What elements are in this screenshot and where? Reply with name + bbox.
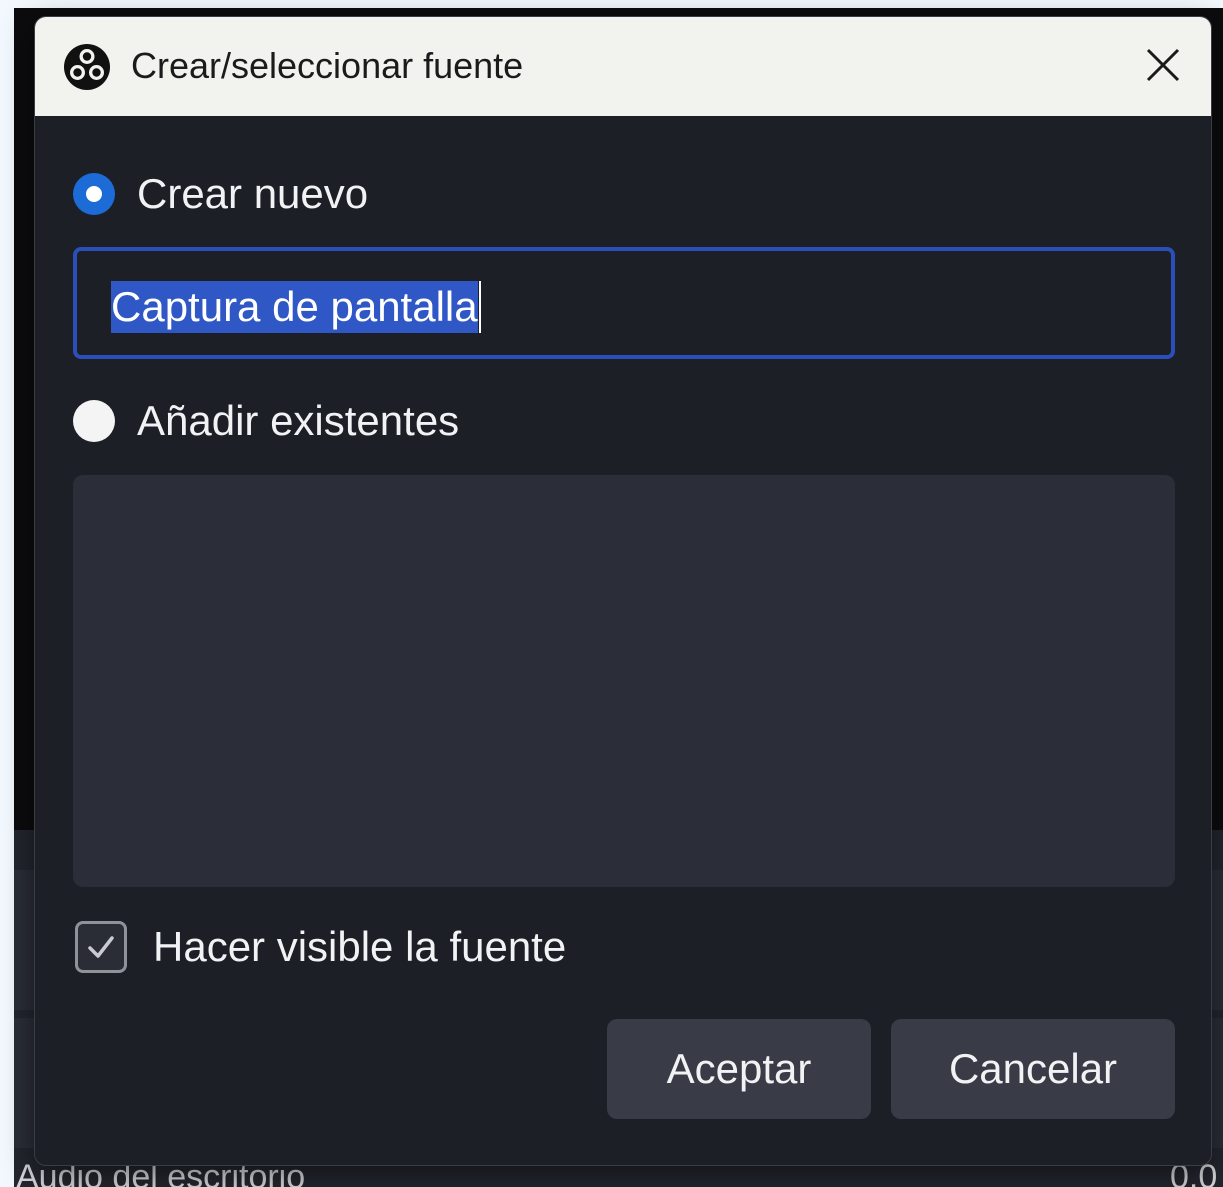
add-existing-option[interactable]: Añadir existentes (73, 397, 459, 445)
add-existing-radio[interactable] (73, 400, 115, 442)
make-visible-label: Hacer visible la fuente (153, 923, 567, 970)
checkmark-icon (88, 936, 114, 958)
dialog-title: Crear/seleccionar fuente (131, 45, 524, 86)
source-name-value: Captura de pantalla (111, 281, 478, 333)
text-caret (479, 281, 481, 333)
make-visible-option[interactable]: Hacer visible la fuente (75, 921, 566, 973)
create-new-option[interactable]: Crear nuevo (73, 170, 368, 218)
create-new-radio[interactable] (73, 173, 115, 215)
cancel-button[interactable]: Cancelar (891, 1019, 1175, 1119)
create-select-source-dialog: Crear/seleccionar fuente Crear nuevo Cap… (34, 16, 1212, 1166)
create-new-label: Crear nuevo (137, 170, 369, 217)
obs-logo-icon (64, 44, 110, 90)
close-icon (1146, 48, 1180, 82)
make-visible-checkbox[interactable] (75, 921, 127, 973)
radio-selected-dot (86, 186, 102, 202)
dialog-titlebar[interactable]: Crear/seleccionar fuente (35, 17, 1211, 116)
accept-button[interactable]: Aceptar (607, 1019, 871, 1119)
add-existing-label: Añadir existentes (137, 397, 460, 444)
source-name-input[interactable]: Captura de pantalla (73, 247, 1175, 359)
existing-sources-list[interactable] (73, 475, 1175, 887)
close-button[interactable] (1135, 37, 1191, 93)
